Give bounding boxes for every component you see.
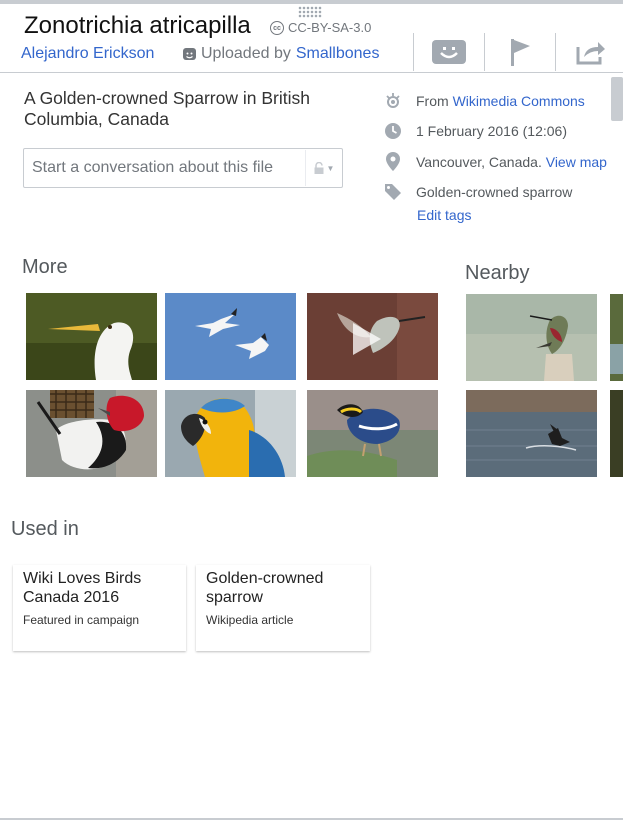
- thumb-bird-taking-off-water[interactable]: [466, 390, 597, 477]
- date-text: 1 February 2016 (12:06): [416, 123, 567, 139]
- nearby-section-title: Nearby: [465, 262, 530, 284]
- card-subtitle: Featured in campaign: [23, 613, 140, 627]
- scrollbar[interactable]: [611, 77, 623, 121]
- used-in-card[interactable]: Golden-crowned sparrow Wikipedia article: [196, 565, 370, 651]
- edit-tags-link[interactable]: Edit tags: [417, 207, 471, 223]
- thumb-nearby-partial-2[interactable]: [610, 390, 623, 477]
- conversation-box[interactable]: ▼: [23, 148, 343, 188]
- chevron-down-icon: ▼: [326, 163, 335, 173]
- thanks-button[interactable]: [413, 33, 484, 71]
- share-icon: [576, 42, 605, 65]
- card-title: Golden-crowned sparrow: [206, 570, 324, 606]
- user-icon: [183, 48, 196, 60]
- thumb-hummingbird-video[interactable]: [307, 293, 438, 380]
- thumb-pitta[interactable]: [307, 390, 438, 477]
- file-description: A Golden-crowned Sparrow in British Colu…: [24, 88, 310, 129]
- clock-icon: [384, 122, 402, 140]
- used-in-card[interactable]: Wiki Loves Birds Canada 2016 Featured in…: [13, 565, 186, 651]
- view-map-link[interactable]: View map: [546, 154, 607, 170]
- conversation-input[interactable]: [24, 149, 305, 187]
- thumb-snow-geese[interactable]: [165, 293, 296, 380]
- cc-icon: cc: [270, 20, 284, 35]
- source-prefix: From: [416, 93, 449, 109]
- uploaded-by: Uploaded by Smallbones: [183, 45, 379, 63]
- share-button[interactable]: [555, 33, 623, 71]
- thumb-macaw[interactable]: [165, 390, 296, 477]
- tag-text: Golden-crowned sparrow: [416, 184, 573, 200]
- map-pin-icon: [384, 152, 402, 171]
- license-text: CC-BY-SA-3.0: [288, 20, 372, 35]
- meta-source: From Wikimedia Commons: [384, 92, 585, 110]
- thumb-egret[interactable]: [26, 293, 157, 380]
- card-subtitle: Wikipedia article: [206, 613, 294, 627]
- lock-icon: [314, 162, 324, 174]
- uploaded-prefix: Uploaded by: [201, 45, 291, 62]
- author-link[interactable]: Alejandro Erickson: [21, 45, 154, 63]
- meta-date: 1 February 2016 (12:06): [384, 122, 567, 140]
- used-in-section-title: Used in: [11, 518, 79, 540]
- top-border: [0, 0, 623, 4]
- action-bar: [413, 33, 623, 71]
- file-title: Zonotrichia atricapilla: [24, 12, 251, 39]
- bottom-border: [0, 818, 623, 820]
- thumb-hummingbird-on-post[interactable]: [466, 294, 597, 381]
- source-link[interactable]: Wikimedia Commons: [453, 93, 585, 109]
- license-label[interactable]: cc CC-BY-SA-3.0: [270, 20, 371, 35]
- header-divider: [0, 72, 623, 73]
- commons-icon: [384, 92, 402, 110]
- flag-button[interactable]: [484, 33, 555, 71]
- thumb-red-headed-woodpecker[interactable]: [26, 390, 157, 477]
- privacy-toggle[interactable]: ▼: [305, 150, 342, 186]
- card-title: Wiki Loves Birds Canada 2016: [23, 570, 142, 606]
- meta-tags: Golden-crowned sparrow: [384, 183, 572, 201]
- location-text: Vancouver, Canada.: [416, 154, 542, 170]
- thumb-nearby-partial-1[interactable]: [610, 294, 623, 381]
- thanks-icon: [432, 40, 466, 64]
- drag-handle-icon[interactable]: [298, 6, 322, 18]
- tag-icon: [384, 183, 402, 201]
- meta-location: Vancouver, Canada. View map: [384, 152, 607, 171]
- flag-icon: [511, 39, 530, 66]
- more-section-title: More: [22, 256, 68, 278]
- uploader-link[interactable]: Smallbones: [296, 45, 380, 63]
